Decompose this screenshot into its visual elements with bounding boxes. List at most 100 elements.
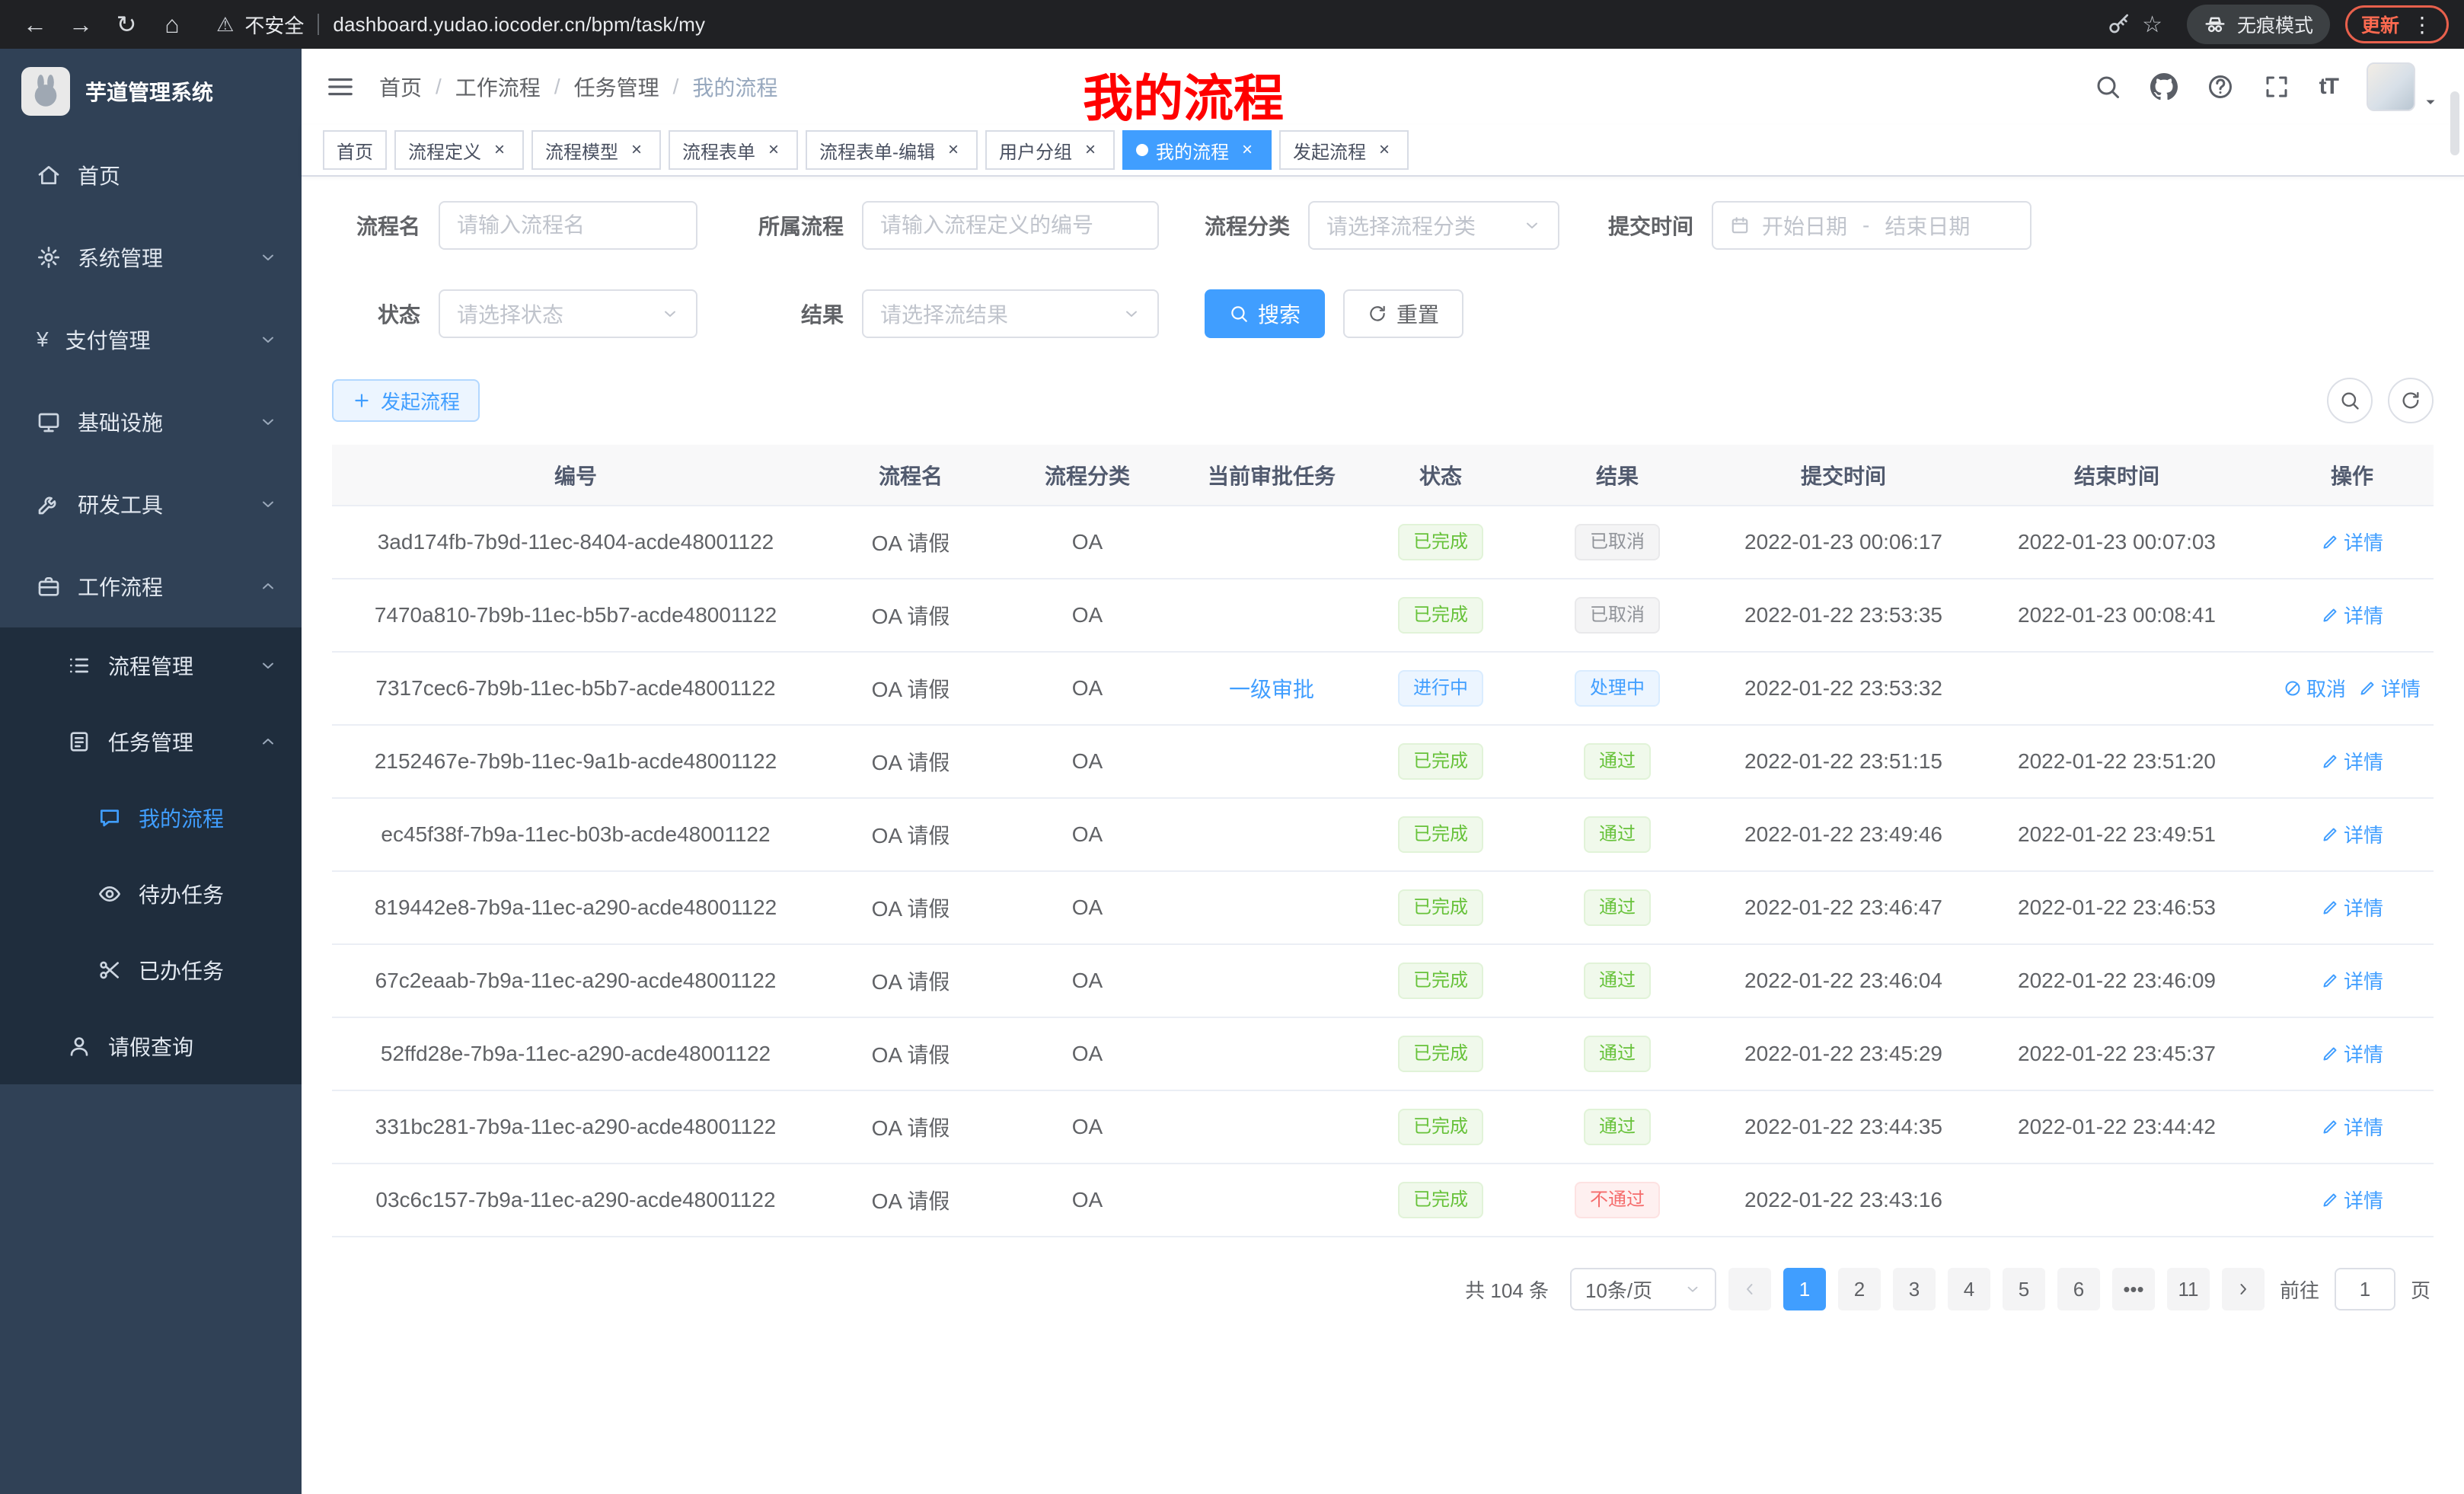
app-logo[interactable]: 芋道管理系统 <box>0 49 302 134</box>
detail-action[interactable]: 详情 <box>2321 1039 2383 1068</box>
tab-initiate-process[interactable]: 发起流程× <box>1279 130 1409 170</box>
sidebar-item-my-process[interactable]: 我的流程 <box>0 780 302 856</box>
tab-process-definition[interactable]: 流程定义× <box>394 130 524 170</box>
current-task-cell: 一级审批 <box>1173 652 1371 725</box>
search-button[interactable]: 搜索 <box>1205 289 1325 338</box>
sidebar-item-system-management[interactable]: 系统管理 <box>0 216 302 298</box>
process-name-cell: OA 请假 <box>819 506 1002 579</box>
submit-time-cell: 2022-01-22 23:43:16 <box>1724 1164 1963 1237</box>
column-header: 当前审批任务 <box>1173 445 1371 506</box>
breadcrumb-item[interactable]: 工作流程 <box>455 72 541 102</box>
process-id-cell: 2152467e-7b9b-11ec-9a1b-acde48001122 <box>332 725 819 798</box>
user-menu[interactable] <box>2367 62 2440 111</box>
close-icon[interactable]: × <box>1080 139 1101 161</box>
page-size-select[interactable]: 10条/页 <box>1570 1268 1716 1310</box>
close-icon[interactable]: × <box>763 139 784 161</box>
tab-user-group[interactable]: 用户分组× <box>985 130 1115 170</box>
help-icon[interactable] <box>2207 73 2234 101</box>
sidebar-item-task-management[interactable]: 任务管理 <box>0 704 302 780</box>
category-cell: OA <box>1002 506 1173 579</box>
detail-action[interactable]: 详情 <box>2321 747 2383 775</box>
content: 流程名 所属流程 流程分类 请选择流程分类 <box>302 177 2464 1494</box>
address-bar[interactable]: ⚠ 不安全 dashboard.yudao.iocoder.cn/bpm/tas… <box>198 3 2181 46</box>
toggle-search-button[interactable] <box>2327 378 2373 423</box>
sidebar-item-dev-tools[interactable]: 研发工具 <box>0 463 302 545</box>
sidebar-item-home[interactable]: 首页 <box>0 134 302 216</box>
detail-action[interactable]: 详情 <box>2321 966 2383 994</box>
sidebar-item-leave-query[interactable]: 请假查询 <box>0 1008 302 1084</box>
scrollbar-thumb[interactable] <box>2450 91 2459 155</box>
close-icon[interactable]: × <box>943 139 964 161</box>
page-button-4[interactable]: 4 <box>1948 1268 1990 1310</box>
tab-home[interactable]: 首页 <box>323 130 387 170</box>
sidebar-item-workflow[interactable]: 工作流程 <box>0 545 302 627</box>
detail-action[interactable]: 详情 <box>2321 820 2383 848</box>
reset-button[interactable]: 重置 <box>1343 289 1463 338</box>
process-name-label: 流程名 <box>332 210 439 241</box>
result-cell: 处理中 <box>1511 652 1724 725</box>
page-button-6[interactable]: 6 <box>2057 1268 2100 1310</box>
detail-action[interactable]: 详情 <box>2321 1113 2383 1141</box>
next-page-button[interactable] <box>2222 1268 2265 1310</box>
close-icon[interactable]: × <box>1237 139 1258 161</box>
status-select[interactable]: 请选择状态 <box>439 289 697 338</box>
sidebar-item-process-management[interactable]: 流程管理 <box>0 627 302 704</box>
tab-process-model[interactable]: 流程模型× <box>531 130 661 170</box>
page-button-5[interactable]: 5 <box>2003 1268 2045 1310</box>
page-button-1[interactable]: 1 <box>1783 1268 1826 1310</box>
prev-page-button[interactable] <box>1728 1268 1771 1310</box>
sidebar-item-done-tasks[interactable]: 已办任务 <box>0 932 302 1008</box>
page-button-3[interactable]: 3 <box>1893 1268 1936 1310</box>
fullscreen-icon[interactable] <box>2263 73 2290 101</box>
back-icon[interactable]: ← <box>15 5 55 44</box>
search-icon[interactable] <box>2094 73 2121 101</box>
refresh-table-button[interactable] <box>2388 378 2434 423</box>
sidebar-item-infrastructure[interactable]: 基础设施 <box>0 381 302 463</box>
result-select[interactable]: 请选择流结果 <box>862 289 1159 338</box>
process-name-input[interactable] <box>439 201 697 250</box>
status-cell: 已完成 <box>1371 871 1511 944</box>
create-process-button[interactable]: 发起流程 <box>332 379 480 422</box>
cancel-action[interactable]: 取消 <box>2284 674 2346 702</box>
kebab-menu-icon[interactable]: ⋮ <box>2411 12 2433 37</box>
page-button-11[interactable]: 11 <box>2167 1268 2210 1310</box>
star-icon[interactable]: ☆ <box>2142 11 2162 38</box>
more-pages-button[interactable]: ••• <box>2112 1268 2155 1310</box>
chevron-down-icon <box>259 656 277 675</box>
reload-icon[interactable]: ↻ <box>107 5 146 44</box>
close-icon[interactable]: × <box>1374 139 1395 161</box>
browser-home-icon[interactable]: ⌂ <box>152 5 192 44</box>
hamburger-icon[interactable] <box>326 72 355 101</box>
breadcrumb-item[interactable]: 首页 <box>379 72 422 102</box>
sidebar-item-payment-management[interactable]: ¥支付管理 <box>0 298 302 381</box>
column-header: 流程名 <box>819 445 1002 506</box>
detail-action[interactable]: 详情 <box>2321 1186 2383 1214</box>
close-icon[interactable]: × <box>489 139 510 161</box>
detail-action[interactable]: 详情 <box>2321 893 2383 921</box>
breadcrumb-item[interactable]: 任务管理 <box>574 72 659 102</box>
action-label: 详情 <box>2344 528 2383 556</box>
task-link[interactable]: 一级审批 <box>1229 678 1314 701</box>
detail-action[interactable]: 详情 <box>2321 601 2383 629</box>
current-task-cell <box>1173 725 1371 798</box>
goto-page-input[interactable] <box>2335 1268 2395 1310</box>
page-button-2[interactable]: 2 <box>1838 1268 1881 1310</box>
filter-status: 状态 请选择状态 <box>332 289 697 338</box>
sidebar-item-todo-tasks[interactable]: 待办任务 <box>0 856 302 932</box>
process-definition-input[interactable] <box>862 201 1159 250</box>
github-icon[interactable] <box>2150 73 2178 101</box>
detail-action[interactable]: 详情 <box>2358 674 2421 702</box>
category-select[interactable]: 请选择流程分类 <box>1308 201 1559 250</box>
date-range-picker[interactable]: 开始日期 - 结束日期 <box>1712 201 2032 250</box>
tab-process-form-edit[interactable]: 流程表单-编辑× <box>806 130 978 170</box>
key-icon[interactable] <box>2107 12 2131 37</box>
tab-process-form[interactable]: 流程表单× <box>669 130 798 170</box>
forward-icon[interactable]: → <box>61 5 101 44</box>
update-button[interactable]: 更新 ⋮ <box>2345 5 2449 43</box>
avatar[interactable] <box>2367 62 2415 111</box>
font-size-icon[interactable]: tT <box>2319 74 2338 100</box>
detail-action[interactable]: 详情 <box>2321 528 2383 556</box>
close-icon[interactable]: × <box>626 139 647 161</box>
process-id-cell: 03c6c157-7b9a-11ec-a290-acde48001122 <box>332 1164 819 1237</box>
tab-my-process[interactable]: 我的流程× <box>1122 130 1272 170</box>
